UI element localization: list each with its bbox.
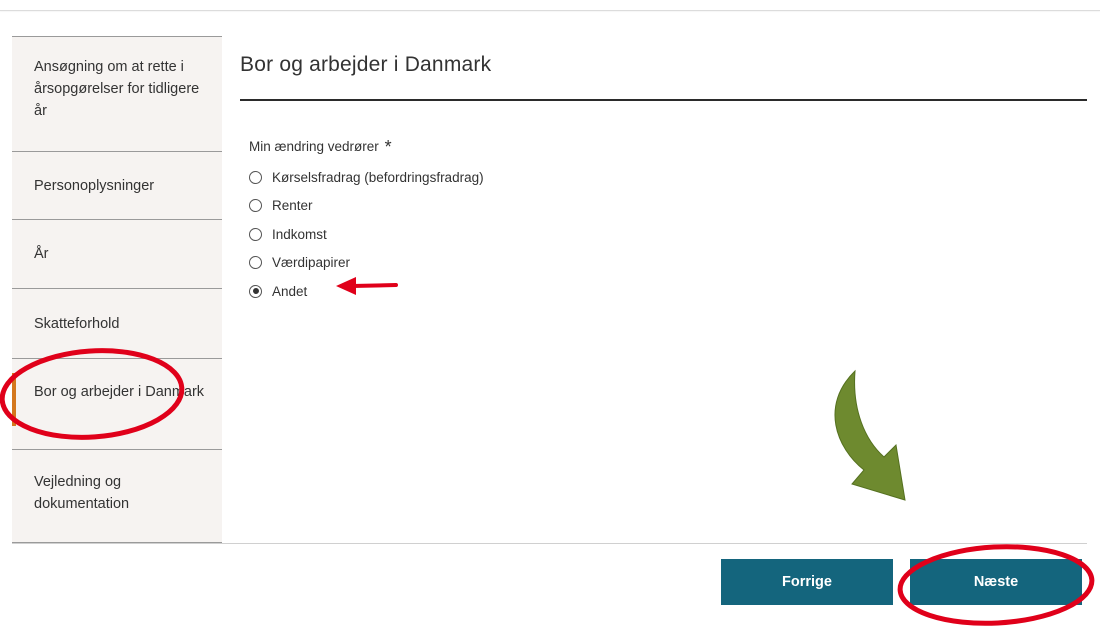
sidebar-item-label: Bor og arbejder i Danmark — [34, 384, 205, 400]
sidebar-item-label: Vejledning og dokumentation — [34, 474, 130, 512]
sidebar-item-label: Skatteforhold — [34, 315, 120, 332]
radio-label: Indkomst — [272, 226, 327, 242]
radio-option-andet[interactable]: Andet — [249, 277, 484, 306]
radio-label: Værdipapirer — [272, 255, 351, 271]
radio-button[interactable] — [249, 227, 262, 241]
green-curved-arrow-icon — [834, 369, 906, 501]
field-label: Min ændring vedrører * — [249, 135, 392, 157]
radio-label: Kørselsfradrag (befordringsfradrag) — [272, 169, 484, 185]
radio-option-indkomst[interactable]: Indkomst — [249, 220, 484, 249]
sidebar-item-vejledning[interactable]: Vejledning og dokumentation — [12, 450, 222, 543]
radio-button[interactable] — [249, 199, 262, 213]
title-divider — [240, 99, 1087, 101]
radio-option-koerselsfradrag[interactable]: Kørselsfradrag (befordringsfradrag) — [249, 163, 484, 192]
radio-button[interactable] — [249, 256, 262, 270]
sidebar-item-label: Ansøgning om at rette i årsopgørelser fo… — [34, 59, 200, 119]
sidebar-item-aar[interactable]: År — [12, 220, 222, 289]
sidebar-item-label: Personoplysninger — [34, 177, 155, 194]
next-button[interactable]: Næste — [910, 559, 1082, 605]
radio-group: Kørselsfradrag (befordringsfradrag) Rent… — [249, 163, 484, 306]
top-divider — [0, 10, 1100, 11]
radio-option-vaerdipapirer[interactable]: Værdipapirer — [249, 249, 484, 278]
sidebar-item-personoplysninger[interactable]: Personoplysninger — [12, 152, 222, 220]
radio-button-selected[interactable] — [249, 284, 262, 298]
required-mark: * — [384, 137, 392, 157]
sidebar-item-label: År — [34, 246, 49, 262]
sidebar-item-ansoegning[interactable]: Ansøgning om at rette i årsopgørelser fo… — [12, 37, 222, 152]
sidebar-item-skatteforhold[interactable]: Skatteforhold — [12, 289, 222, 359]
radio-option-renter[interactable]: Renter — [249, 192, 484, 221]
previous-button[interactable]: Forrige — [721, 559, 893, 605]
radio-label: Renter — [272, 198, 313, 214]
radio-label: Andet — [272, 283, 308, 299]
page-title: Bor og arbejder i Danmark — [240, 53, 492, 76]
sidebar-item-bor-og-arbejder[interactable]: Bor og arbejder i Danmark — [12, 359, 222, 450]
sidebar-nav: Ansøgning om at rette i årsopgørelser fo… — [12, 36, 222, 543]
radio-button[interactable] — [249, 170, 262, 184]
field-label-text: Min ændring vedrører — [249, 139, 379, 154]
footer-divider — [12, 543, 1087, 544]
